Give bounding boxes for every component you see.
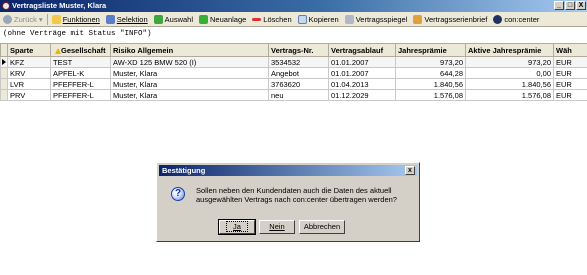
dialog-title-bar: Bestätigung x xyxy=(159,165,417,176)
close-button[interactable]: X xyxy=(576,1,586,10)
column-header-ablauf[interactable]: Vertragsablauf xyxy=(328,43,396,57)
plus-icon xyxy=(199,14,209,24)
column-header-risiko[interactable]: Risiko Allgemein xyxy=(110,43,269,57)
row-marker-header xyxy=(0,43,8,57)
table-cell[interactable]: 1.576,08 xyxy=(395,89,466,101)
main-window: Vertragsliste Muster, Klara _ □ X Zurück… xyxy=(0,0,587,275)
row-marker xyxy=(0,78,8,90)
table-cell[interactable]: PFEFFER-L xyxy=(50,89,111,101)
no-button[interactable]: Nein xyxy=(259,220,295,234)
table-cell[interactable]: AW-XD 125 BMW 520 (I) xyxy=(110,56,269,68)
contract-mirror-button[interactable]: Vertragsspiegel xyxy=(342,13,411,26)
table-cell[interactable]: neu xyxy=(268,89,329,101)
toolbar: Zurück ▾ Funktionen Selektion Auswahl Ne… xyxy=(0,12,587,27)
table-cell[interactable]: 973,20 xyxy=(395,56,466,68)
new-button[interactable]: Neuanlage xyxy=(196,13,249,26)
table-cell[interactable]: 3534532 xyxy=(268,56,329,68)
grid-icon xyxy=(105,14,115,24)
letter-icon xyxy=(413,14,423,24)
concenter-icon xyxy=(493,14,503,24)
column-header-sparte[interactable]: Sparte xyxy=(7,43,51,57)
table-cell[interactable]: Muster, Klara xyxy=(110,89,269,101)
table-cell[interactable]: PFEFFER-L xyxy=(50,78,111,90)
functions-button[interactable]: Funktionen xyxy=(49,13,103,26)
column-header-jahrespraemie[interactable]: Jahresprämie xyxy=(395,43,466,57)
window-title: Vertragsliste Muster, Klara xyxy=(12,1,107,10)
dialog-close-button[interactable]: x xyxy=(405,166,415,175)
table-cell[interactable]: 3763620 xyxy=(268,78,329,90)
table-row[interactable]: KRV APFEL-K Muster, Klara Angebot 01.01.… xyxy=(0,67,587,79)
back-button[interactable]: Zurück ▾ xyxy=(0,13,46,26)
table-cell[interactable]: 644,28 xyxy=(395,67,466,79)
dialog-title: Bestätigung xyxy=(162,166,206,175)
toolbar-separator xyxy=(46,13,48,25)
table-cell[interactable]: EUR xyxy=(553,67,587,79)
column-header-vertragsnr[interactable]: Vertrags-Nr. xyxy=(268,43,329,57)
row-marker xyxy=(0,67,8,79)
concenter-button[interactable]: con:center xyxy=(490,13,542,26)
table-cell[interactable]: 1.576,08 xyxy=(465,89,554,101)
table-cell[interactable]: KFZ xyxy=(7,56,51,68)
row-marker xyxy=(0,89,8,101)
table-cell[interactable]: 1.840,56 xyxy=(395,78,466,90)
yes-button[interactable]: Ja xyxy=(218,219,256,235)
table-cell[interactable]: Angebot xyxy=(268,67,329,79)
title-bar: Vertragsliste Muster, Klara _ □ X xyxy=(0,0,587,12)
table-header-row: Sparte Gesellschaft Risiko Allgemein Ver… xyxy=(0,43,587,57)
table-cell[interactable]: PRV xyxy=(7,89,51,101)
column-header-gesellschaft[interactable]: Gesellschaft xyxy=(50,43,111,57)
copy-icon xyxy=(297,14,307,24)
folder-icon xyxy=(51,14,61,24)
minimize-button[interactable]: _ xyxy=(554,1,564,10)
question-icon: ? xyxy=(171,187,185,201)
table-cell[interactable]: EUR xyxy=(553,56,587,68)
table-cell[interactable]: 0,00 xyxy=(465,67,554,79)
checkmark-icon xyxy=(153,14,163,24)
table-row[interactable]: KFZ TEST AW-XD 125 BMW 520 (I) 3534532 0… xyxy=(0,56,587,68)
confirmation-dialog: Bestätigung x ? Sollen neben den Kundend… xyxy=(156,162,420,242)
dialog-buttons: Ja Nein Abbrechen xyxy=(218,219,345,235)
column-header-waehrung[interactable]: Wäh xyxy=(553,43,587,57)
table-cell[interactable]: 01.12.2029 xyxy=(328,89,396,101)
copy-button[interactable]: Kopieren xyxy=(295,13,342,26)
table-cell[interactable]: TEST xyxy=(50,56,111,68)
contracts-table: Sparte Gesellschaft Risiko Allgemein Ver… xyxy=(0,43,587,101)
table-cell[interactable]: 01.04.2013 xyxy=(328,78,396,90)
minus-icon xyxy=(252,17,262,21)
table-cell[interactable]: APFEL-K xyxy=(50,67,111,79)
filter-status-text: (ohne Verträge mit Status "INFO") xyxy=(3,30,152,38)
maximize-button[interactable]: □ xyxy=(565,1,575,10)
table-cell[interactable]: 1.840,56 xyxy=(465,78,554,90)
table-row[interactable]: LVR PFEFFER-L Muster, Klara 3763620 01.0… xyxy=(0,78,587,90)
cancel-button[interactable]: Abbrechen xyxy=(299,220,345,234)
table-cell[interactable]: Muster, Klara xyxy=(110,78,269,90)
selection-button[interactable]: Selektion xyxy=(103,13,151,26)
mirror-icon xyxy=(344,14,354,24)
table-cell[interactable]: 01.01.2007 xyxy=(328,56,396,68)
chevron-down-icon: ▾ xyxy=(38,14,43,24)
app-icon xyxy=(2,2,10,10)
column-header-aktive-jahrespraemie[interactable]: Aktive Jahresprämie xyxy=(465,43,554,57)
dialog-message: Sollen neben den Kundendaten auch die Da… xyxy=(196,186,397,204)
table-cell[interactable]: 973,20 xyxy=(465,56,554,68)
table-cell[interactable]: LVR xyxy=(7,78,51,90)
row-pointer xyxy=(0,56,8,68)
choose-button[interactable]: Auswahl xyxy=(151,13,196,26)
back-arrow-icon xyxy=(3,14,12,24)
row-pointer-icon xyxy=(2,58,6,65)
delete-button[interactable]: Löschen xyxy=(249,13,294,26)
table-cell[interactable]: 01.01.2007 xyxy=(328,67,396,79)
table-cell[interactable]: EUR xyxy=(553,89,587,101)
table-cell[interactable]: EUR xyxy=(553,78,587,90)
serial-letter-button[interactable]: Vertragsserienbrief xyxy=(410,13,490,26)
table-cell[interactable]: Muster, Klara xyxy=(110,67,269,79)
table-row[interactable]: PRV PFEFFER-L Muster, Klara neu 01.12.20… xyxy=(0,89,587,101)
table-cell[interactable]: KRV xyxy=(7,67,51,79)
window-controls: _ □ X xyxy=(554,1,586,10)
